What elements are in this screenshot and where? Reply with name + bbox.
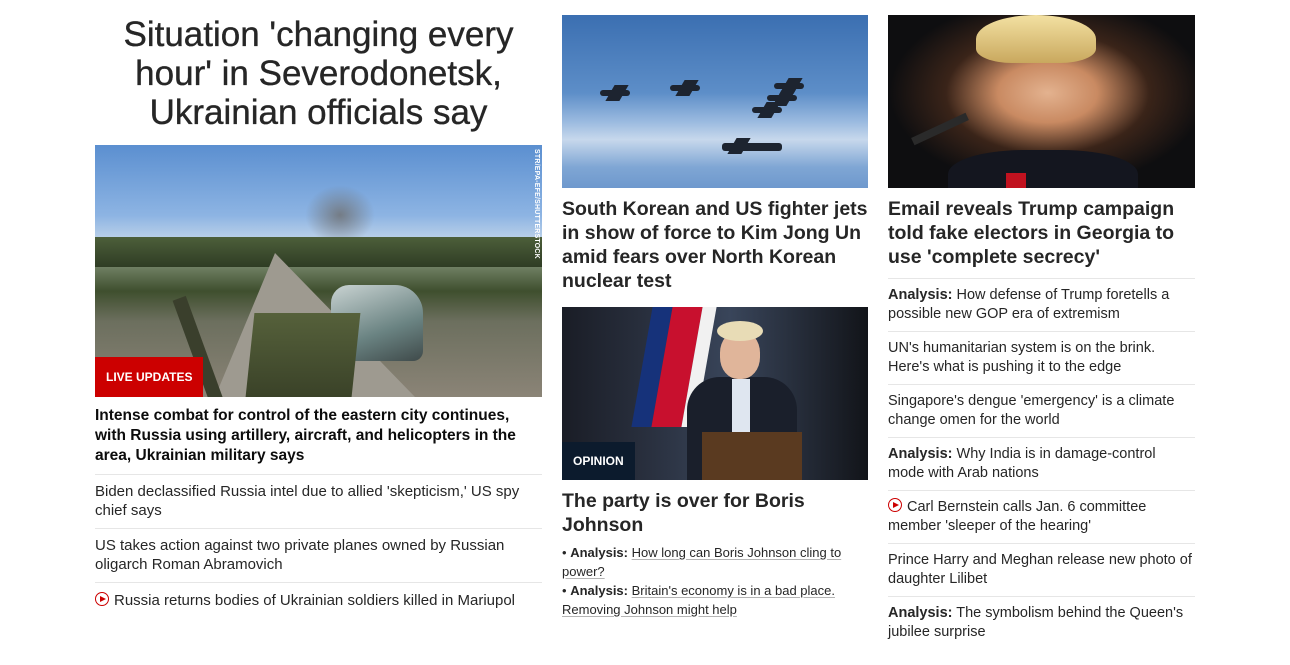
story-link[interactable]: US takes action against two private plan… bbox=[95, 537, 504, 573]
smoke-graphic bbox=[305, 185, 375, 245]
live-updates-badge[interactable]: LIVE UPDATES bbox=[95, 357, 204, 397]
hair-graphic bbox=[976, 15, 1096, 63]
story-link[interactable]: UN's humanitarian system is on the brink… bbox=[888, 340, 1155, 375]
list-item[interactable]: Singapore's dengue 'emergency' is a clim… bbox=[888, 384, 1195, 437]
photo-credit: STR/EPA-EFE/SHUTTERSTOCK bbox=[533, 149, 540, 259]
story-list: Analysis: How defense of Trump foretells… bbox=[888, 278, 1195, 649]
boris-johnson-image[interactable]: OPINION bbox=[562, 307, 868, 480]
story-link[interactable]: Prince Harry and Meghan release new phot… bbox=[888, 552, 1192, 587]
list-item[interactable]: • Analysis: Britain's economy is in a ba… bbox=[562, 581, 868, 619]
analysis-label: Analysis: bbox=[570, 545, 628, 560]
jet-graphic bbox=[752, 107, 782, 113]
podium-graphic bbox=[702, 432, 802, 480]
jet-graphic bbox=[767, 95, 797, 101]
story-link[interactable]: Biden declassified Russia intel due to a… bbox=[95, 483, 519, 519]
analysis-links: • Analysis: How long can Boris Johnson c… bbox=[562, 543, 868, 619]
suit-graphic bbox=[948, 150, 1138, 188]
bullet: • bbox=[562, 583, 567, 598]
list-item[interactable]: Analysis: Why India is in damage-control… bbox=[888, 437, 1195, 490]
story-link[interactable]: Russia returns bodies of Ukrainian soldi… bbox=[114, 592, 515, 609]
opinion-badge[interactable]: OPINION bbox=[562, 442, 635, 480]
jet-graphic bbox=[722, 143, 782, 151]
right-column: Email reveals Trump campaign told fake e… bbox=[888, 15, 1195, 649]
analysis-label: Analysis: bbox=[888, 446, 953, 462]
jet-graphic bbox=[600, 90, 630, 96]
opinion-headline[interactable]: The party is over for Boris Johnson bbox=[562, 489, 868, 537]
list-item[interactable]: Analysis: How defense of Trump foretells… bbox=[888, 278, 1195, 331]
analysis-label: Analysis: bbox=[888, 287, 953, 303]
list-item[interactable]: Carl Bernstein calls Jan. 6 committee me… bbox=[888, 490, 1195, 543]
list-item[interactable]: US takes action against two private plan… bbox=[95, 528, 542, 582]
list-item[interactable]: • Analysis: How long can Boris Johnson c… bbox=[562, 543, 868, 581]
analysis-label: Analysis: bbox=[888, 605, 953, 621]
lead-story-column: Situation 'changing every hour' in Sever… bbox=[95, 15, 542, 619]
video-play-icon bbox=[95, 592, 109, 606]
related-story-list: Biden declassified Russia intel due to a… bbox=[95, 474, 542, 619]
lead-headline[interactable]: Situation 'changing every hour' in Sever… bbox=[95, 15, 542, 132]
list-item[interactable]: Prince Harry and Meghan release new phot… bbox=[888, 543, 1195, 596]
list-item[interactable]: Analysis: The symbolism behind the Queen… bbox=[888, 596, 1195, 649]
lead-story-description[interactable]: Intense combat for control of the easter… bbox=[95, 406, 542, 466]
list-item[interactable]: UN's humanitarian system is on the brink… bbox=[888, 331, 1195, 384]
story-link[interactable]: Carl Bernstein calls Jan. 6 committee me… bbox=[888, 499, 1146, 534]
analysis-label: Analysis: bbox=[570, 583, 628, 598]
microphone-graphic bbox=[911, 112, 969, 146]
middle-column: South Korean and US fighter jets in show… bbox=[562, 15, 868, 619]
armored-vehicle-graphic bbox=[245, 313, 361, 397]
shirt-graphic bbox=[732, 379, 750, 439]
list-item[interactable]: Russia returns bodies of Ukrainian soldi… bbox=[95, 582, 542, 619]
video-play-icon bbox=[888, 498, 902, 512]
fighter-jets-image[interactable] bbox=[562, 15, 868, 188]
trump-image[interactable] bbox=[888, 15, 1195, 188]
tie-graphic bbox=[1006, 173, 1026, 188]
list-item[interactable]: Biden declassified Russia intel due to a… bbox=[95, 474, 542, 528]
lead-story-image[interactable]: STR/EPA-EFE/SHUTTERSTOCK LIVE UPDATES bbox=[95, 145, 542, 397]
hair-graphic bbox=[717, 321, 763, 341]
story-headline[interactable]: Email reveals Trump campaign told fake e… bbox=[888, 197, 1195, 269]
jet-graphic bbox=[774, 83, 804, 89]
bullet: • bbox=[562, 545, 567, 560]
story-link[interactable]: Singapore's dengue 'emergency' is a clim… bbox=[888, 393, 1174, 428]
jet-graphic bbox=[670, 85, 700, 91]
story-headline[interactable]: South Korean and US fighter jets in show… bbox=[562, 197, 868, 293]
